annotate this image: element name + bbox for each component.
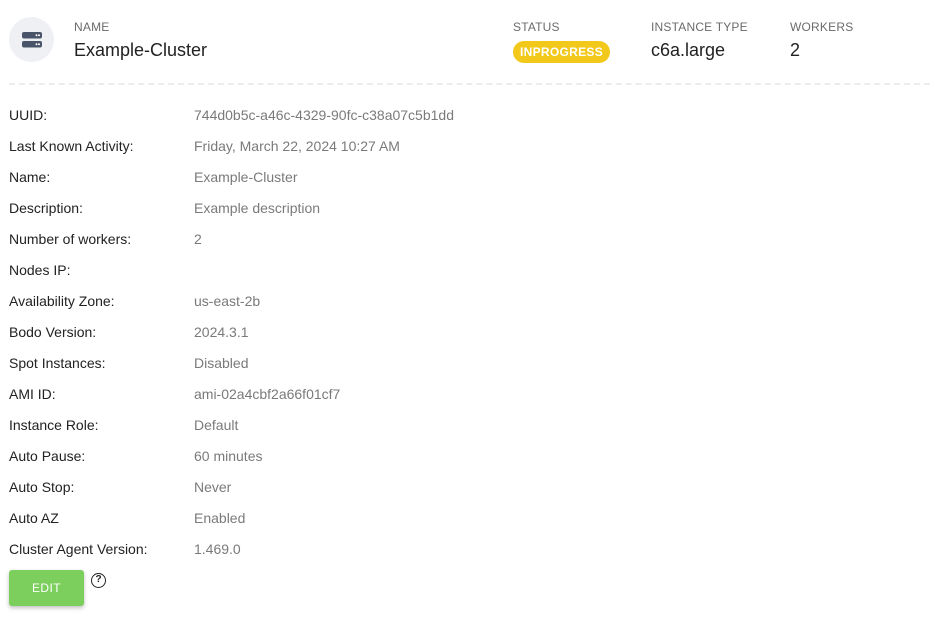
detail-key: Bodo Version:: [9, 324, 97, 340]
detail-value: us-east-2b: [194, 293, 261, 309]
detail-row-nodes-ip: Nodes IP:: [9, 255, 909, 286]
detail-key: Availability Zone:: [9, 293, 115, 309]
detail-value: ami-02a4cbf2a66f01cf7: [194, 386, 341, 402]
detail-row-auto-stop: Auto Stop: Never: [9, 472, 909, 503]
name-label: NAME: [74, 20, 110, 34]
help-icon[interactable]: ?: [91, 573, 106, 588]
detail-key: Number of workers:: [9, 231, 132, 247]
detail-key: Cluster Agent Version:: [9, 541, 148, 557]
detail-row-agent-version: Cluster Agent Version: 1.469.0: [9, 534, 909, 565]
detail-key: Auto Stop:: [9, 479, 75, 495]
detail-key: AMI ID:: [9, 386, 56, 402]
detail-value: Enabled: [194, 510, 246, 526]
detail-row-ami-id: AMI ID: ami-02a4cbf2a66f01cf7: [9, 379, 909, 410]
detail-value: 60 minutes: [194, 448, 263, 464]
detail-value: 2024.3.1: [194, 324, 249, 340]
detail-row-availability-zone: Availability Zone: us-east-2b: [9, 286, 909, 317]
detail-value: Never: [194, 479, 232, 495]
detail-value: 1.469.0: [194, 541, 241, 557]
detail-value: Example-Cluster: [194, 169, 298, 185]
detail-row-spot-instances: Spot Instances: Disabled: [9, 348, 909, 379]
detail-value: Friday, March 22, 2024 10:27 AM: [194, 138, 400, 154]
detail-row-auto-pause: Auto Pause: 60 minutes: [9, 441, 909, 472]
detail-key: Name:: [9, 169, 51, 185]
cluster-header: NAME Example-Cluster STATUS INPROGRESS I…: [0, 0, 935, 84]
header-divider: [9, 83, 930, 85]
status-badge: INPROGRESS: [513, 41, 610, 63]
detail-key: Instance Role:: [9, 417, 99, 433]
detail-row-instance-role: Instance Role: Default: [9, 410, 909, 441]
detail-value: Example description: [194, 200, 321, 216]
cluster-name: Example-Cluster: [74, 40, 208, 60]
detail-key: Spot Instances:: [9, 355, 106, 371]
detail-key: Last Known Activity:: [9, 138, 134, 154]
detail-row-auto-az: Auto AZ Enabled: [9, 503, 909, 534]
workers-value: 2: [790, 40, 801, 60]
detail-key: UUID:: [9, 107, 48, 123]
detail-row-last-activity: Last Known Activity: Friday, March 22, 2…: [9, 131, 909, 162]
detail-row-name: Name: Example-Cluster: [9, 162, 909, 193]
detail-key: Auto AZ: [9, 510, 59, 526]
detail-value: Default: [194, 417, 239, 433]
edit-button[interactable]: EDIT: [9, 570, 84, 606]
instance-type-label: INSTANCE TYPE: [651, 20, 748, 34]
detail-value: 744d0b5c-a46c-4329-90fc-c38a07c5b1dd: [194, 107, 454, 123]
detail-key: Nodes IP:: [9, 262, 71, 278]
server-icon: [9, 17, 54, 62]
detail-value: Disabled: [194, 355, 249, 371]
instance-type-value: c6a.large: [651, 40, 726, 60]
detail-row-description: Description: Example description: [9, 193, 909, 224]
detail-value: 2: [194, 231, 202, 247]
detail-key: Description:: [9, 200, 83, 216]
detail-row-uuid: UUID: 744d0b5c-a46c-4329-90fc-c38a07c5b1…: [9, 100, 909, 131]
detail-row-bodo-version: Bodo Version: 2024.3.1: [9, 317, 909, 348]
workers-label: WORKERS: [790, 20, 854, 34]
detail-key: Auto Pause:: [9, 448, 86, 464]
detail-row-workers: Number of workers: 2: [9, 224, 909, 255]
status-label: STATUS: [513, 20, 560, 34]
